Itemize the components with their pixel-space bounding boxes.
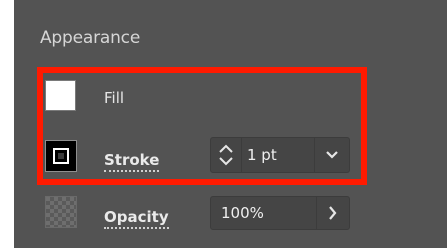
stroke-weight-value[interactable]: 1 pt [247,146,277,164]
opacity-field[interactable]: 100% [210,196,350,230]
chevron-down-icon[interactable] [314,138,349,172]
chevron-right-icon[interactable] [316,197,349,229]
appearance-panel: Appearance Fill Stroke 1 pt Opacity 100% [14,0,447,248]
opacity-value[interactable]: 100% [221,204,264,222]
fill-color-swatch[interactable] [45,80,76,111]
stroke-weight-field[interactable]: 1 pt [210,137,350,173]
opacity-label[interactable]: Opacity [104,208,169,229]
panel-title: Appearance [40,28,141,48]
stepper-up-down-icon[interactable] [211,138,242,172]
checkerboard-icon [45,196,77,228]
stroke-color-swatch[interactable] [45,140,77,172]
fill-label: Fill [104,89,125,107]
stroke-ring-icon [53,148,69,164]
stroke-label[interactable]: Stroke [104,151,160,172]
